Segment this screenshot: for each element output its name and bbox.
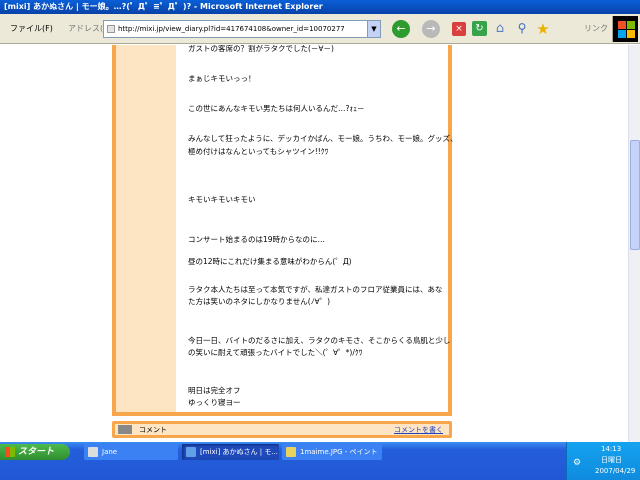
taskbar-item-label: [mixi] あかぬさん | モ... (200, 448, 279, 456)
address-dropdown-icon[interactable]: ▼ (367, 21, 380, 37)
start-button[interactable]: スタート (0, 444, 70, 460)
window-title: [mixi] あかぬさん | モー娘。…?(゜Д゜≡゜Д゜)? - Micros… (4, 2, 323, 11)
taskbar-item-ie[interactable]: [mixi] あかぬさん | モ... (182, 444, 279, 460)
diary-line: 極め付けはなんといってもシャツイン!!ｸﾜ (188, 147, 329, 156)
diary-line: ゆっくり寝ヨー (188, 398, 241, 407)
refresh-icon: ↻ (475, 23, 484, 34)
home-button[interactable]: ⌂ (492, 21, 508, 36)
stop-button[interactable]: × (452, 22, 466, 36)
taskbar-item-label: Jane (102, 448, 118, 456)
diary-frame: ガストの客席の？割がラタクでした(－∀－) まぁじキモいっっ！ この世にあんなキ… (112, 45, 458, 416)
forward-button[interactable]: → (422, 20, 440, 38)
scrollbar-thumb[interactable] (630, 140, 640, 250)
page-icon (107, 25, 115, 33)
taskbar-item-jane[interactable]: Jane (84, 444, 178, 460)
paint-app-icon (286, 447, 296, 457)
jane-app-icon (88, 447, 98, 457)
diary-line: ガストの客席の？割がラタクでした(－∀－) (188, 45, 334, 53)
diary-line: た方は笑いのネタにしかなりません(ﾉ∀゜) (188, 297, 331, 306)
forward-arrow-icon: → (426, 22, 436, 35)
tray-icon[interactable]: ⚙ (573, 458, 581, 468)
ie-app-icon (186, 447, 196, 457)
back-arrow-icon: ← (396, 22, 406, 35)
comment-icon (118, 425, 132, 434)
search-button[interactable]: ⚲ (514, 21, 530, 36)
diary-line: みんなして狂ったように、デッカイかばん、モー娘。うちわ、モー娘。グッズ、 (188, 134, 458, 143)
search-icon: ⚲ (517, 21, 527, 35)
start-label: スタート (18, 447, 55, 457)
window-title-bar[interactable]: [mixi] あかぬさん | モー娘。…?(゜Д゜≡゜Д゜)? - Micros… (0, 0, 640, 14)
back-button[interactable]: ← (392, 20, 410, 38)
browser-toolbar: ファイル(F) アドレス(D) http://mixi.jp/view_diar… (0, 14, 640, 44)
page-content: ガストの客席の？割がラタクでした(－∀－) まぁじキモいっっ！ この世にあんなキ… (0, 45, 628, 442)
clock-day: 日曜日 (601, 456, 622, 464)
windows-flag-icon (5, 447, 15, 457)
links-label[interactable]: リンク (584, 23, 608, 34)
favorites-button[interactable]: ★ (534, 20, 552, 38)
address-bar[interactable]: http://mixi.jp/view_diary.pl?id=41767410… (103, 20, 381, 38)
diary-line: 昼の12時にこれだけ集まる意味がわからん(゜Д) (188, 257, 352, 266)
clock-date: 2007/04/29 (595, 467, 636, 475)
diary-line: この世にあんなキモい男たちは何人いるんだ…?ｫｪ－ (188, 104, 365, 113)
write-comment-link[interactable]: コメントを書く (394, 425, 443, 435)
windows-logo-icon (612, 16, 638, 42)
star-icon: ★ (536, 20, 550, 38)
comment-label: コメント (139, 426, 167, 434)
diary-line: 今日一日、バイトのだるさに加え、ラタクのキモさ、そこからくる鳥肌と少し (188, 336, 451, 345)
vertical-scrollbar[interactable] (628, 45, 640, 442)
address-url: http://mixi.jp/view_diary.pl?id=41767410… (118, 25, 345, 33)
diary-line: まぁじキモいっっ！ (188, 74, 256, 83)
diary-side-panel (116, 45, 176, 412)
taskbar-item-label: 1maime.JPG - ペイント (300, 448, 378, 456)
stop-icon: × (455, 24, 463, 34)
diary-line: ラタク本人たちは至って本気ですが、私達ガストのフロア従業員には、あな (188, 285, 443, 294)
comment-bar: コメント コメントを書く (112, 421, 452, 438)
file-menu[interactable]: ファイル(F) (10, 23, 53, 34)
taskbar-item-paint[interactable]: 1maime.JPG - ペイント (282, 444, 382, 460)
clock-time[interactable]: 14:13 (601, 444, 621, 454)
taskbar: スタート Jane [mixi] あかぬさん | モ... 1maime.JPG… (0, 442, 640, 480)
system-tray: ⚙ 14:13 日曜日 2007/04/29 (566, 442, 640, 480)
refresh-button[interactable]: ↻ (472, 21, 487, 36)
diary-line: 明日は完全オフ (188, 386, 241, 395)
diary-line: コンサート始まるのは19時からなのに… (188, 235, 326, 244)
home-icon: ⌂ (495, 21, 505, 36)
diary-line: キモいキモいキモい (188, 195, 256, 204)
diary-line: の笑いに耐えて頑張ったバイトでした＼(゜∀゜*)/ｸﾜ (188, 348, 363, 357)
